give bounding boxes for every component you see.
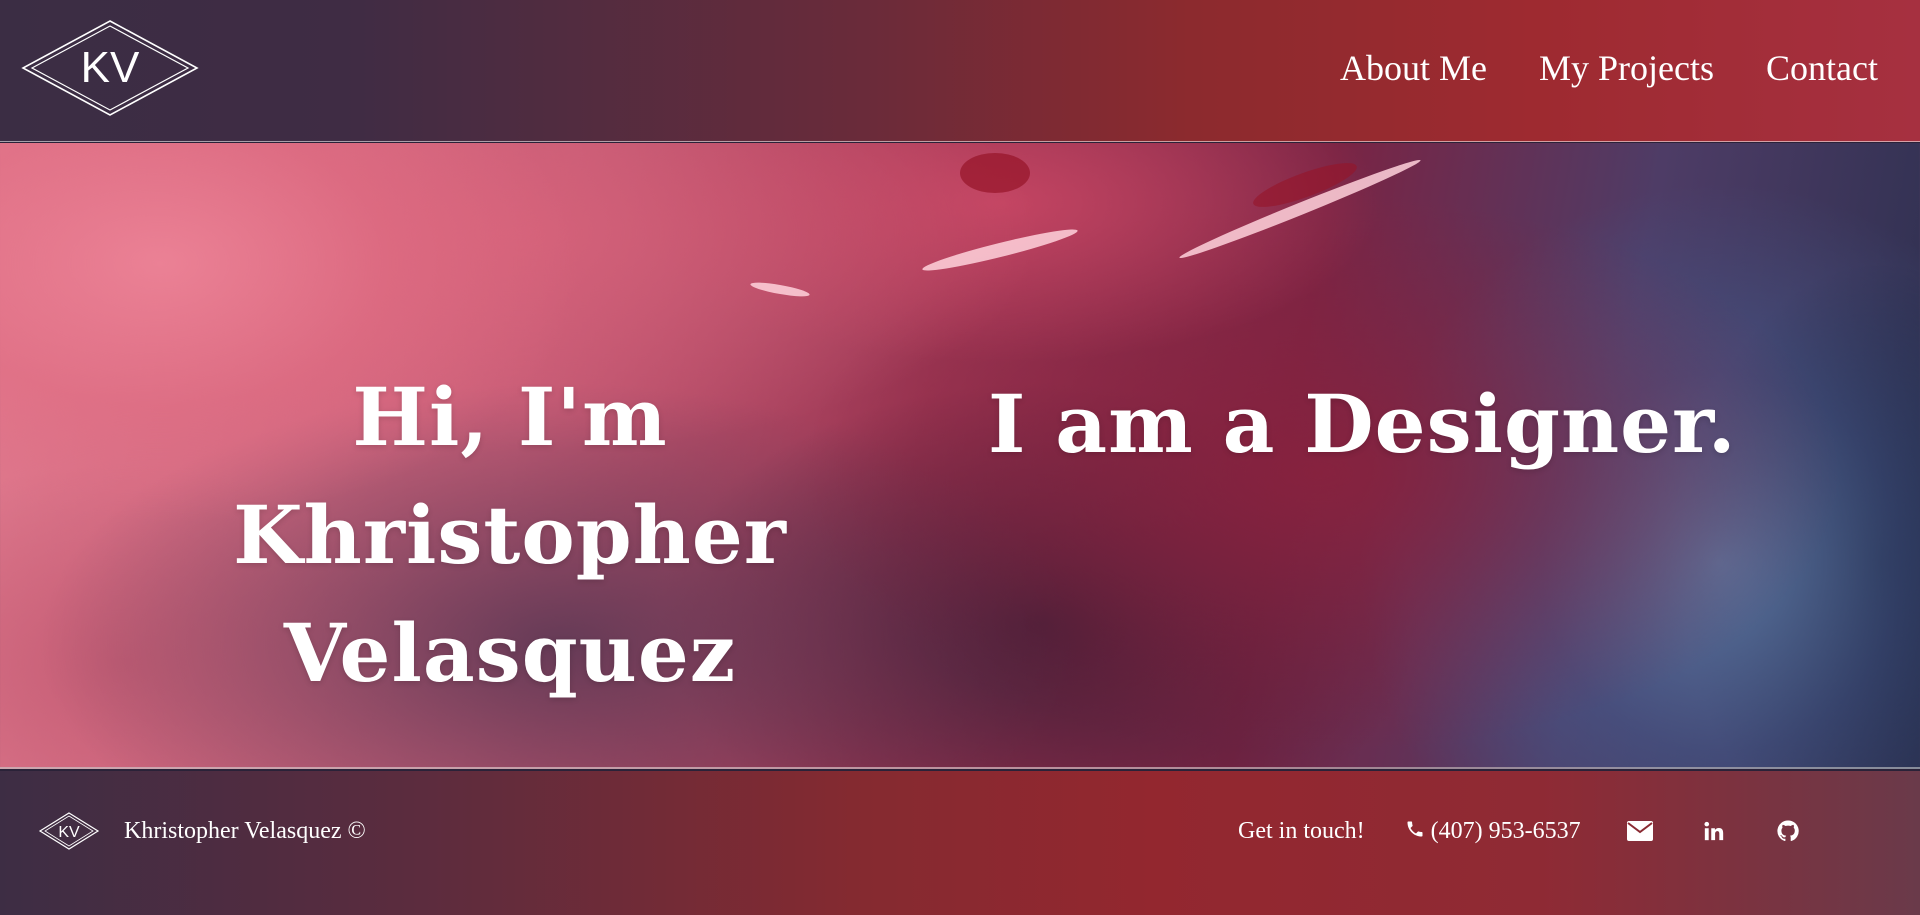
hero-island bbox=[960, 153, 1030, 193]
github-link[interactable] bbox=[1773, 816, 1803, 846]
hero-greeting: Hi, I'm Khristopher Velasquez bbox=[110, 358, 910, 712]
footer-copyright: Khristopher Velasquez © bbox=[124, 818, 366, 844]
kv-logo[interactable]: KV bbox=[20, 18, 200, 118]
nav-my-projects[interactable]: My Projects bbox=[1539, 44, 1714, 92]
phone-link[interactable]: (407) 953-6537 bbox=[1405, 818, 1581, 845]
hero-streak bbox=[1177, 154, 1423, 264]
site-header: KV About Me My Projects Contact bbox=[0, 0, 1920, 142]
hero-greeting-line2: Velasquez bbox=[283, 606, 737, 700]
hero-greeting-line1: Hi, I'm Khristopher bbox=[233, 370, 787, 582]
hero-banner: Hi, I'm Khristopher Velasquez I am a Des… bbox=[0, 143, 1920, 769]
hero-streak bbox=[920, 223, 1080, 277]
nav-contact[interactable]: Contact bbox=[1766, 44, 1878, 92]
linkedin-icon bbox=[1703, 820, 1725, 842]
github-icon bbox=[1776, 819, 1800, 843]
get-in-touch-label: Get in touch! bbox=[1238, 817, 1365, 844]
site-footer: KV Khristopher Velasquez © Get in touch!… bbox=[0, 771, 1920, 915]
phone-icon bbox=[1405, 819, 1425, 844]
hero-streak bbox=[749, 279, 811, 300]
footer-logo[interactable]: KV bbox=[38, 811, 100, 851]
logo-text: KV bbox=[81, 43, 140, 92]
footer-logo-text: KV bbox=[58, 824, 80, 841]
email-link[interactable] bbox=[1625, 816, 1655, 846]
phone-number: (407) 953-6537 bbox=[1430, 817, 1581, 844]
footer-contact: Get in touch! (407) 953-6537 bbox=[1238, 813, 1803, 849]
hero-role: I am a Designer. bbox=[988, 377, 1737, 471]
nav-about-me[interactable]: About Me bbox=[1340, 44, 1487, 92]
envelope-icon bbox=[1626, 821, 1653, 841]
main-nav: About Me My Projects Contact bbox=[1340, 44, 1878, 92]
diamond-logo-icon: KV bbox=[38, 812, 100, 850]
diamond-logo-icon: KV bbox=[21, 20, 199, 116]
linkedin-link[interactable] bbox=[1699, 816, 1729, 846]
